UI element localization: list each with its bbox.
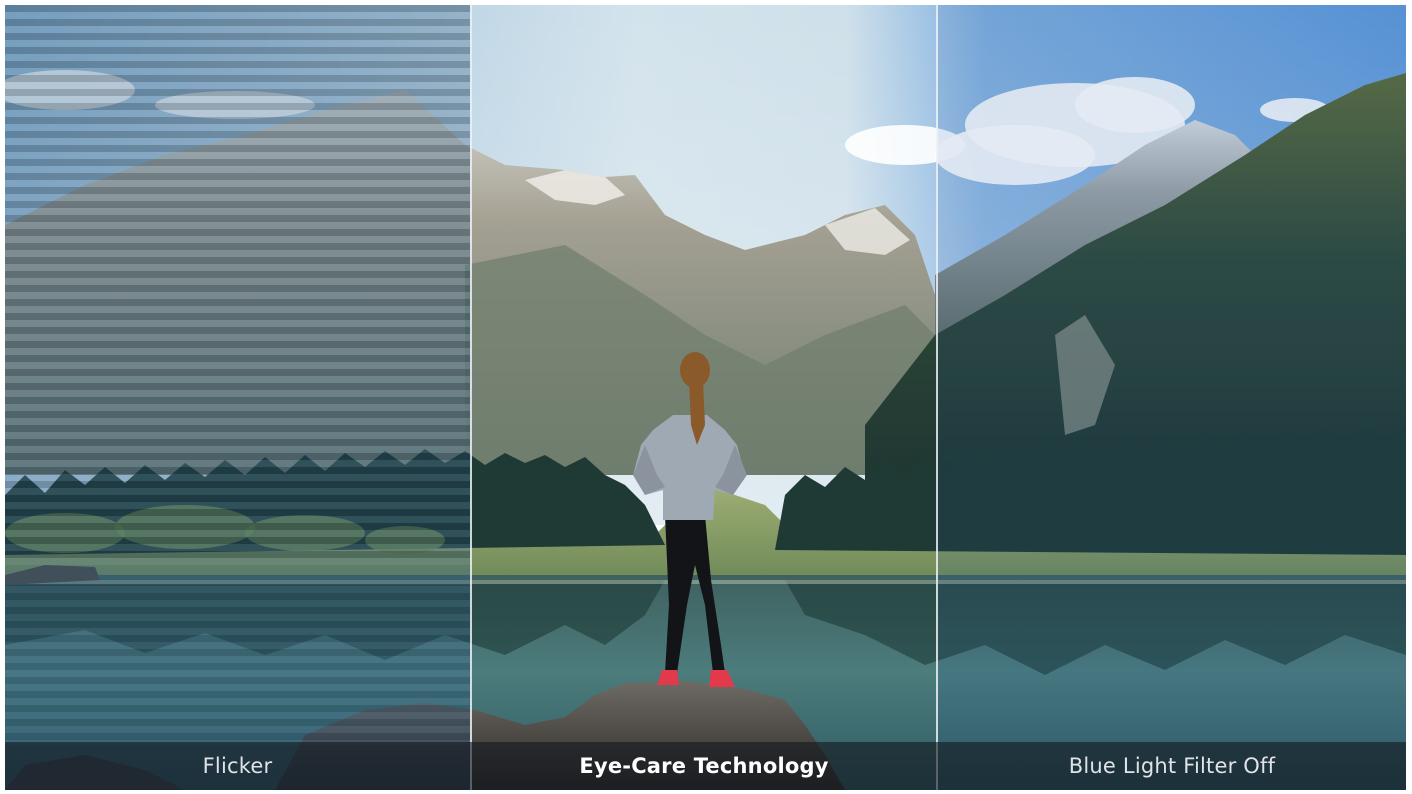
caption-eye-care-technology: Eye-Care Technology [579,754,829,778]
panel-divider-left [470,5,472,790]
panel-divider-right [936,5,938,790]
blue-light-overlay [938,5,1406,790]
flicker-overlay [5,5,470,790]
mountain-lake-scene [5,5,1406,790]
caption-blue-light-filter-off: Blue Light Filter Off [1068,754,1276,778]
caption-flicker: Flicker [202,754,273,778]
comparison-image: Flicker Eye-Care Technology Blue Light F… [5,5,1406,790]
